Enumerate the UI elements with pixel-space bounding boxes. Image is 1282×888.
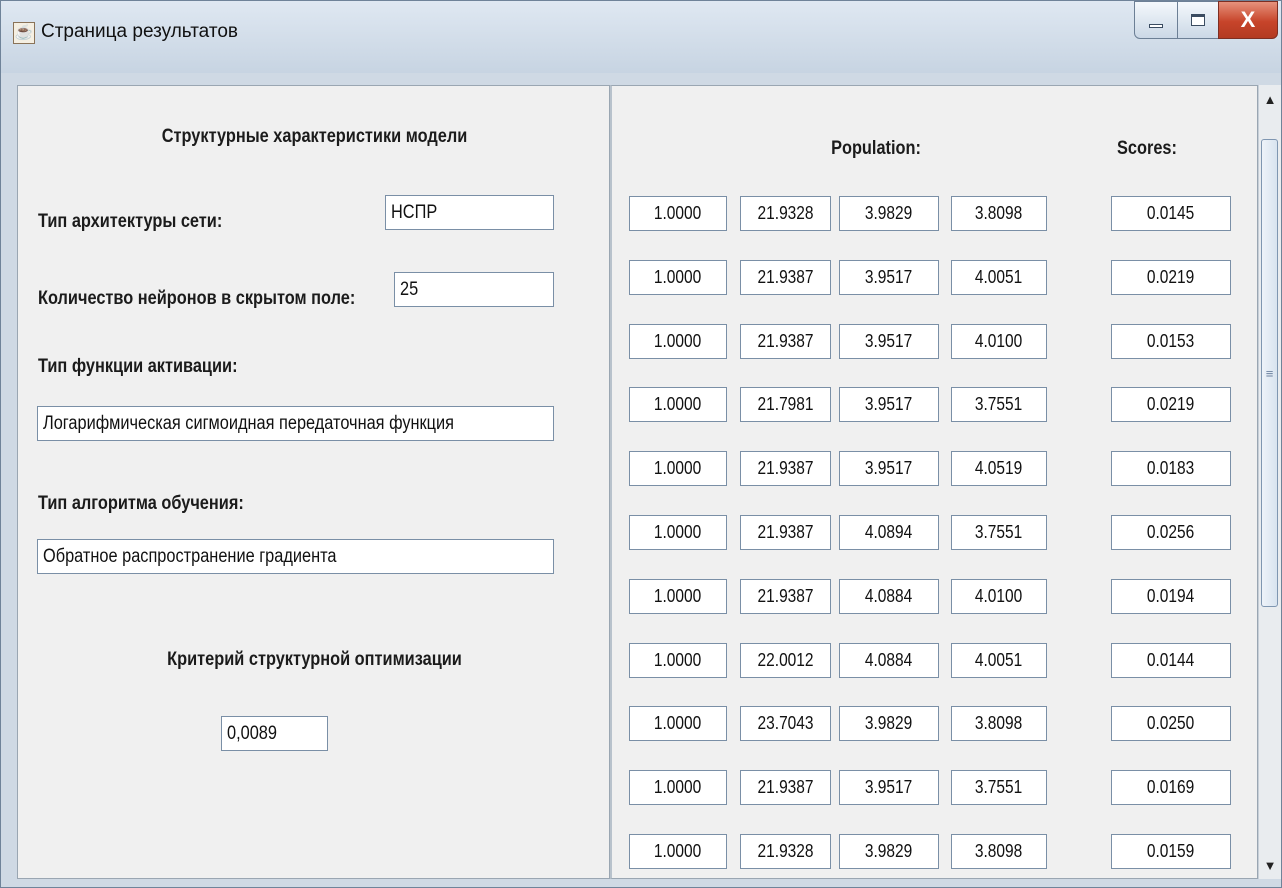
population-cell[interactable]: 1.0000	[629, 579, 727, 614]
population-cell[interactable]: 3.9517	[839, 324, 939, 359]
arch-field[interactable]: НСПР	[385, 195, 554, 230]
close-icon: X	[1240, 7, 1256, 32]
results-window: ☕ Страница результатов X Структурные хар…	[0, 0, 1282, 888]
arrow-up-icon[interactable]: ▲	[1259, 87, 1281, 111]
population-cell[interactable]: 21.9387	[740, 324, 831, 359]
population-cell[interactable]: 1.0000	[629, 643, 727, 678]
population-cell[interactable]: 1.0000	[629, 834, 727, 869]
population-cell[interactable]: 21.9387	[740, 451, 831, 486]
population-cell[interactable]: 4.0051	[951, 643, 1047, 678]
minimize-button[interactable]	[1134, 1, 1178, 39]
model-structure-panel: Структурные характеристики модели Тип ар…	[17, 85, 610, 879]
arrow-down-icon[interactable]: ▼	[1259, 853, 1281, 877]
score-cell[interactable]: 0.0153	[1111, 324, 1231, 359]
population-cell[interactable]: 4.0100	[951, 579, 1047, 614]
minimize-icon	[1149, 24, 1163, 28]
population-cell[interactable]: 22.0012	[740, 643, 831, 678]
criterion-field[interactable]: 0,0089	[221, 716, 328, 751]
structure-title: Структурные характеристики модели	[161, 126, 468, 147]
population-header: Population:	[831, 138, 921, 159]
close-button[interactable]: X	[1218, 1, 1278, 39]
maximize-button[interactable]	[1177, 1, 1219, 39]
population-cell[interactable]: 23.7043	[740, 706, 831, 741]
neurons-field[interactable]: 25	[394, 272, 554, 307]
population-cell[interactable]: 21.9387	[740, 770, 831, 805]
population-cell[interactable]: 4.0051	[951, 260, 1047, 295]
algorithm-field[interactable]: Обратное распространение градиента	[37, 539, 554, 574]
population-cell[interactable]: 1.0000	[629, 451, 727, 486]
population-cell[interactable]: 1.0000	[629, 515, 727, 550]
population-cell[interactable]: 3.7551	[951, 387, 1047, 422]
scrollbar-thumb[interactable]: ≡	[1261, 139, 1278, 607]
population-cell[interactable]: 21.7981	[740, 387, 831, 422]
population-cell[interactable]: 1.0000	[629, 387, 727, 422]
population-cell[interactable]: 3.9517	[839, 451, 939, 486]
scores-header: Scores:	[1117, 138, 1177, 159]
population-cell[interactable]: 21.9387	[740, 260, 831, 295]
score-cell[interactable]: 0.0194	[1111, 579, 1231, 614]
maximize-icon	[1191, 14, 1205, 26]
score-cell[interactable]: 0.0159	[1111, 834, 1231, 869]
population-cell[interactable]: 1.0000	[629, 770, 727, 805]
population-cell[interactable]: 21.9328	[740, 834, 831, 869]
criterion-label: Критерий структурной оптимизации	[167, 649, 462, 670]
population-cell[interactable]: 3.9517	[839, 260, 939, 295]
population-cell[interactable]: 3.8098	[951, 834, 1047, 869]
population-cell[interactable]: 4.0100	[951, 324, 1047, 359]
population-cell[interactable]: 1.0000	[629, 324, 727, 359]
score-cell[interactable]: 0.0219	[1111, 387, 1231, 422]
population-cell[interactable]: 3.9517	[839, 387, 939, 422]
population-cell[interactable]: 21.9387	[740, 515, 831, 550]
population-cell[interactable]: 1.0000	[629, 706, 727, 741]
score-cell[interactable]: 0.0219	[1111, 260, 1231, 295]
population-cell[interactable]: 4.0519	[951, 451, 1047, 486]
population-cell[interactable]: 3.9829	[839, 706, 939, 741]
neurons-label: Количество нейронов в скрытом поле:	[38, 288, 356, 309]
population-cell[interactable]: 3.9829	[839, 834, 939, 869]
population-cell[interactable]: 21.9387	[740, 579, 831, 614]
population-cell[interactable]: 3.8098	[951, 196, 1047, 231]
population-cell[interactable]: 3.9829	[839, 196, 939, 231]
population-cell[interactable]: 4.0884	[839, 643, 939, 678]
algorithm-label: Тип алгоритма обучения:	[38, 493, 244, 514]
population-cell[interactable]: 4.0894	[839, 515, 939, 550]
java-cup-icon: ☕	[13, 22, 35, 44]
score-cell[interactable]: 0.0144	[1111, 643, 1231, 678]
population-cell[interactable]: 3.8098	[951, 706, 1047, 741]
score-cell[interactable]: 0.0169	[1111, 770, 1231, 805]
score-cell[interactable]: 0.0256	[1111, 515, 1231, 550]
activation-label: Тип функции активации:	[38, 356, 238, 377]
population-cell[interactable]: 4.0884	[839, 579, 939, 614]
score-cell[interactable]: 0.0183	[1111, 451, 1231, 486]
activation-field[interactable]: Логарифмическая сигмоидная передаточная …	[37, 406, 554, 441]
population-cell[interactable]: 3.7551	[951, 515, 1047, 550]
arch-label: Тип архитектуры сети:	[38, 211, 223, 232]
title-bar[interactable]: ☕ Страница результатов X	[1, 1, 1281, 73]
population-cell[interactable]: 1.0000	[629, 260, 727, 295]
population-cell[interactable]: 1.0000	[629, 196, 727, 231]
score-cell[interactable]: 0.0250	[1111, 706, 1231, 741]
population-panel: Population: Scores: 1.0000 21.9328 3.9829 3…	[610, 85, 1258, 879]
population-cell[interactable]: 3.7551	[951, 770, 1047, 805]
score-cell[interactable]: 0.0145	[1111, 196, 1231, 231]
population-cell[interactable]: 3.9517	[839, 770, 939, 805]
population-cell[interactable]: 21.9328	[740, 196, 831, 231]
vertical-scrollbar[interactable]: ▲ ≡ ▼	[1258, 85, 1281, 879]
window-title: Страница результатов	[41, 21, 238, 42]
